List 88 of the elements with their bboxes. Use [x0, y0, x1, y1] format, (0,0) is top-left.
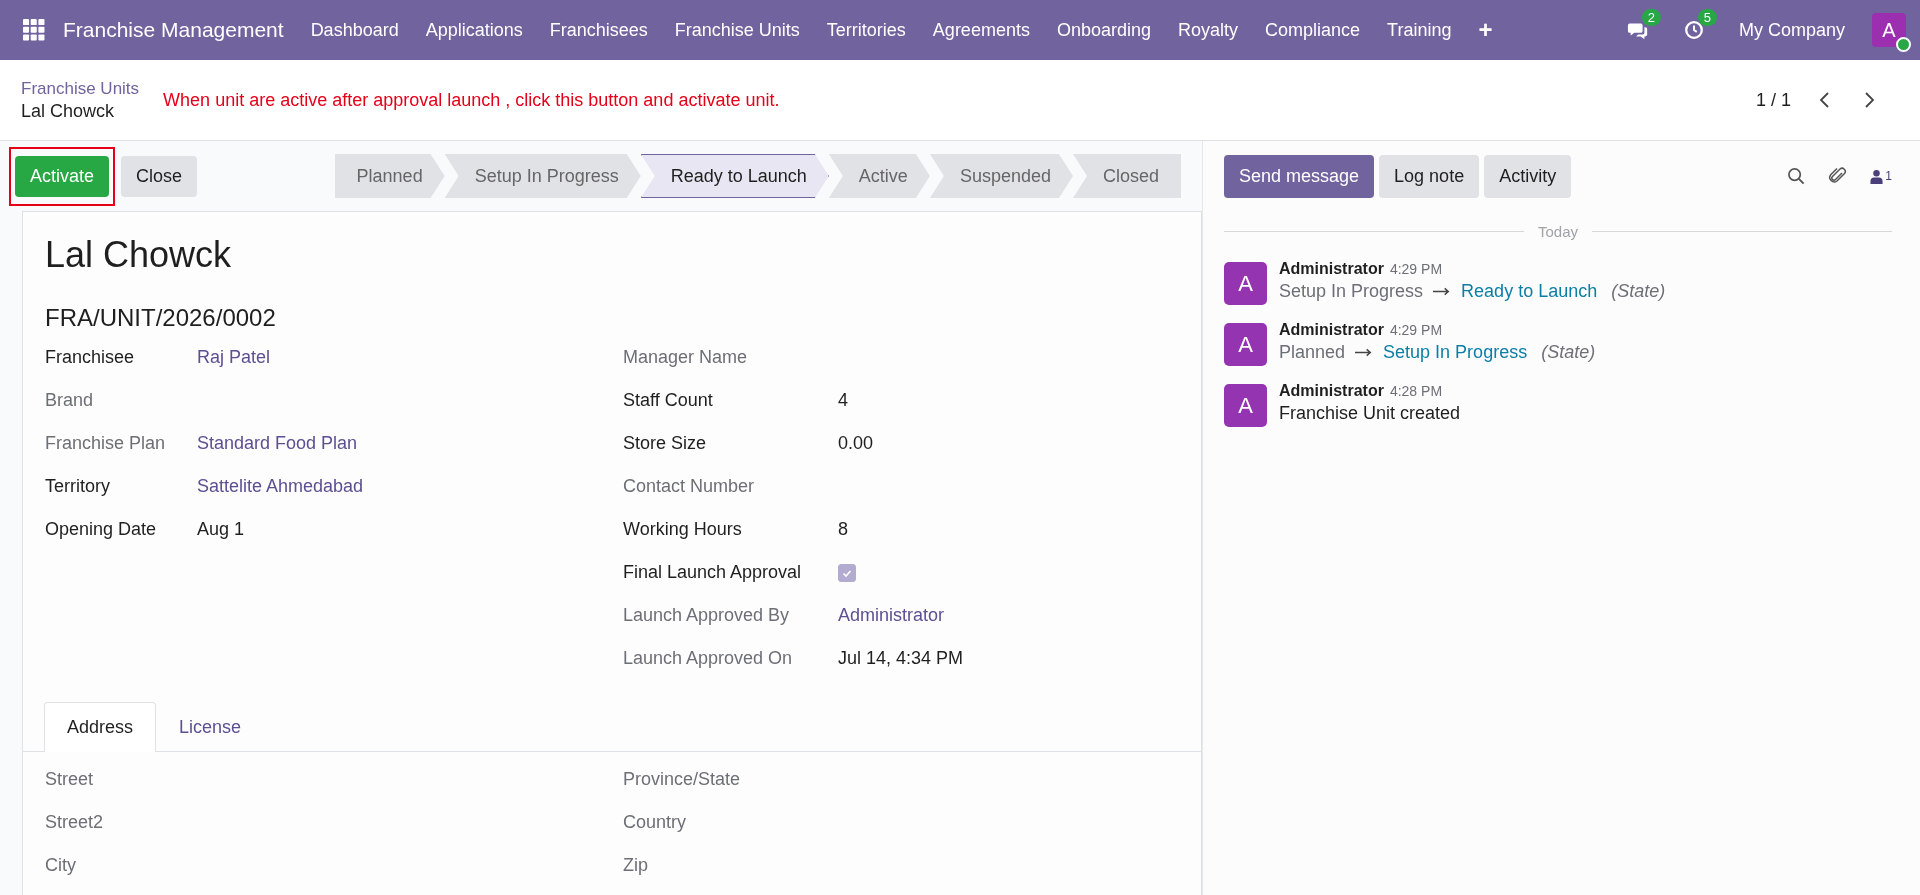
field-label: City [45, 855, 77, 876]
field-label: Launch Approved On [623, 648, 794, 669]
chatter-button[interactable]: Log note [1379, 154, 1480, 198]
status-stage[interactable]: Closed [1072, 154, 1181, 198]
activate-button[interactable]: Activate [15, 155, 110, 197]
author-avatar: A [1224, 384, 1267, 427]
field-label: Working Hours [623, 519, 743, 540]
menu-item[interactable]: Applications [425, 19, 523, 41]
field-label: Manager Name [623, 347, 749, 368]
search-icon[interactable] [1787, 166, 1807, 186]
send-message-button[interactable]: Send message [1224, 154, 1375, 198]
status-stage[interactable]: Ready to Launch [640, 154, 829, 198]
annotation-text: When unit are active after approval launch , click this button and activate unit. [163, 89, 780, 111]
field-label: Store Size [623, 433, 708, 454]
menu-item[interactable]: Onboarding [1056, 19, 1151, 41]
message-author: Administrator [1279, 260, 1384, 278]
message-time: 4:29 PM [1389, 261, 1443, 277]
field-label: Launch Approved By [623, 605, 791, 626]
add-menu-button[interactable]: + [1478, 16, 1493, 44]
field-value: 4 [838, 390, 848, 411]
message-author: Administrator [1279, 382, 1384, 400]
notebook-tab[interactable]: Address [44, 702, 157, 752]
field-value: Jul 14, 4:34 PM [838, 648, 964, 669]
field-link[interactable]: Administrator [838, 605, 945, 626]
field-label: Opening Date [45, 519, 158, 540]
field-label: Zip [623, 855, 649, 876]
record-reference: FRA/UNIT/2026/0002 [44, 304, 277, 332]
notebook-tab[interactable]: License [156, 702, 265, 752]
company-switcher[interactable]: My Company [1738, 19, 1845, 41]
chatter-button[interactable]: Activity [1484, 154, 1572, 198]
activity-count-badge: 5 [1697, 9, 1717, 26]
message-time: 4:28 PM [1389, 383, 1443, 399]
field-label: Franchisee [45, 347, 136, 368]
arrow-icon [1355, 348, 1374, 357]
field-label: Street2 [45, 812, 105, 833]
tracked-field: (State) [1541, 342, 1596, 363]
menu-item[interactable]: Franchisees [549, 19, 648, 41]
old-value: Setup In Progress [1279, 281, 1424, 302]
followers-button[interactable]: 1 [1870, 168, 1892, 184]
paperclip-icon[interactable] [1828, 166, 1849, 186]
tracked-field: (State) [1611, 281, 1666, 302]
author-avatar: A [1224, 262, 1267, 305]
message-author: Administrator [1279, 321, 1384, 339]
status-stage[interactable]: Active [828, 154, 930, 198]
menu-item[interactable]: Agreements [932, 19, 1030, 41]
field-value: Aug 1 [197, 519, 245, 540]
new-value: Setup In Progress [1383, 342, 1528, 363]
menu-item[interactable]: Royalty [1178, 19, 1239, 41]
status-stage[interactable]: Suspended [929, 154, 1073, 198]
field-label: Country [623, 812, 688, 833]
field-label: Final Launch Approval [623, 562, 803, 583]
user-avatar[interactable]: A [1872, 13, 1906, 47]
pager-counter: 1 / 1 [1755, 89, 1791, 111]
author-avatar: A [1224, 323, 1267, 366]
checkbox[interactable] [838, 563, 856, 582]
field-label: Territory [45, 476, 111, 497]
date-divider: Today [1538, 223, 1578, 240]
arrow-icon [1433, 287, 1452, 296]
menu-item[interactable]: Training [1387, 19, 1452, 41]
breadcrumb-link[interactable]: Franchise Units [21, 78, 140, 99]
status-stage[interactable]: Planned [334, 154, 445, 198]
breadcrumb-current: Lal Chowck [21, 100, 116, 122]
close-button[interactable]: Close [121, 155, 198, 197]
field-value: 8 [838, 519, 848, 540]
field-label: Brand [45, 390, 95, 411]
field-label: Franchise Plan [45, 433, 167, 454]
field-link[interactable]: Standard Food Plan [197, 433, 358, 454]
menu-item[interactable]: Compliance [1265, 19, 1361, 41]
menu-item[interactable]: Territories [826, 19, 906, 41]
clock-icon[interactable] [1682, 19, 1705, 41]
message-time: 4:29 PM [1389, 322, 1443, 338]
field-value: 0.00 [838, 433, 874, 454]
message-text: Franchise Unit created [1279, 403, 1461, 424]
menu-item[interactable]: Franchise Units [674, 19, 800, 41]
new-value: Ready to Launch [1461, 281, 1598, 302]
field-label: Street [45, 769, 95, 790]
message-count-badge: 2 [1641, 9, 1661, 26]
field-label: Province/State [623, 769, 742, 790]
field-label: Contact Number [623, 476, 756, 497]
record-title: Lal Chowck [44, 234, 233, 276]
field-label: Staff Count [623, 390, 714, 411]
status-stage[interactable]: Setup In Progress [444, 154, 641, 198]
old-value: Planned [1279, 342, 1346, 363]
app-name[interactable]: Franchise Management [63, 18, 284, 42]
menu-item[interactable]: Dashboard [310, 19, 399, 41]
app-grid-icon[interactable] [23, 19, 45, 41]
field-link[interactable]: Sattelite Ahmedabad [197, 476, 364, 497]
field-link[interactable]: Raj Patel [197, 347, 271, 368]
